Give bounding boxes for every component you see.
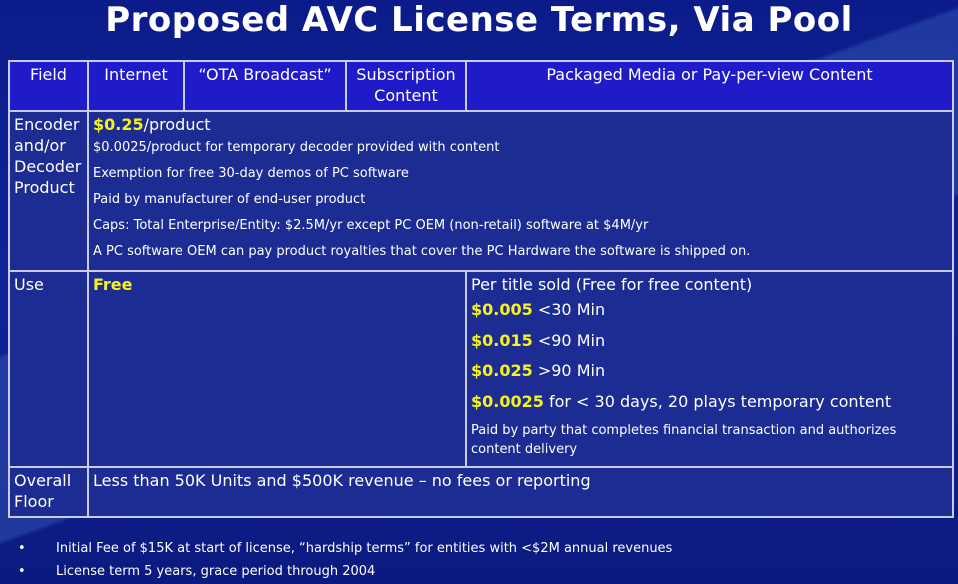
encoder-line-exemption: Exemption for free 30-day demos of PC so… — [93, 166, 409, 181]
use-price-value: $0.005 — [471, 300, 533, 319]
use-free-label: Free — [93, 275, 133, 294]
footnote-bullets: Initial Fee of $15K at start of license,… — [18, 537, 672, 583]
use-price-desc: <90 Min — [537, 330, 606, 350]
use-price-row: $0.015 <90 Min — [471, 326, 948, 357]
floor-text: Less than 50K Units and $500K revenue – … — [89, 468, 952, 516]
header-packaged-media: Packaged Media or Pay-per-view Content — [467, 62, 952, 110]
use-packaged-cell: Per title sold (Free for free content) $… — [467, 272, 952, 466]
encoder-price-unit: /product — [143, 115, 211, 134]
use-free-cell: Free — [89, 272, 465, 466]
use-price-desc: >90 Min — [537, 361, 606, 380]
header-subscription-content: Subscription Content — [347, 62, 465, 110]
use-paid-by-note: Paid by party that completes financial t… — [471, 423, 897, 457]
encoder-line-paid-by: Paid by manufacturer of end-user product — [93, 192, 366, 207]
table-row-encoder: Encoder and/or Decoder Product $0.25/pro… — [10, 112, 952, 270]
use-price-value: $0.025 — [471, 361, 533, 380]
header-ota-broadcast: “OTA Broadcast” — [185, 62, 345, 110]
encoder-terms-cell: $0.25/product $0.0025/product for tempor… — [89, 112, 952, 270]
header-internet: Internet — [89, 62, 183, 110]
page-title: Proposed AVC License Terms, Via Pool — [105, 0, 853, 40]
table-header-row: Field Internet “OTA Broadcast” Subscript… — [10, 62, 952, 110]
use-price-row: $0.025 >90 Min — [471, 356, 948, 387]
license-terms-table: Field Internet “OTA Broadcast” Subscript… — [8, 60, 954, 518]
use-price-desc: <30 Min — [537, 300, 606, 319]
use-price-row: $0.005 <30 Min — [471, 295, 948, 326]
use-per-title: Per title sold (Free for free content) — [471, 275, 753, 294]
row-label-use: Use — [10, 272, 87, 466]
encoder-line-temporary-decoder: $0.0025/product for temporary decoder pr… — [93, 140, 500, 155]
header-field: Field — [10, 62, 87, 110]
encoder-price-line: $0.25/product — [93, 114, 948, 135]
row-label-floor: Overall Floor — [10, 468, 87, 516]
use-price-row: $0.0025 for < 30 days, 20 plays temporar… — [471, 387, 948, 418]
use-price-desc: for < 30 days, 20 plays temporary conten… — [548, 391, 892, 411]
bullet-initial-fee: Initial Fee of $15K at start of license,… — [18, 537, 672, 560]
encoder-line-pc-oem: A PC software OEM can pay product royalt… — [93, 244, 751, 259]
use-price-value: $0.0025 — [471, 391, 544, 411]
encoder-price: $0.25 — [93, 115, 144, 134]
bullet-license-term: License term 5 years, grace period throu… — [18, 560, 672, 583]
use-price-value: $0.015 — [471, 330, 533, 350]
table-row-floor: Overall Floor Less than 50K Units and $5… — [10, 468, 952, 516]
table-row-use: Use Free Per title sold (Free for free c… — [10, 272, 952, 466]
encoder-line-caps: Caps: Total Enterprise/Entity: $2.5M/yr … — [93, 218, 649, 233]
row-label-encoder: Encoder and/or Decoder Product — [10, 112, 87, 270]
